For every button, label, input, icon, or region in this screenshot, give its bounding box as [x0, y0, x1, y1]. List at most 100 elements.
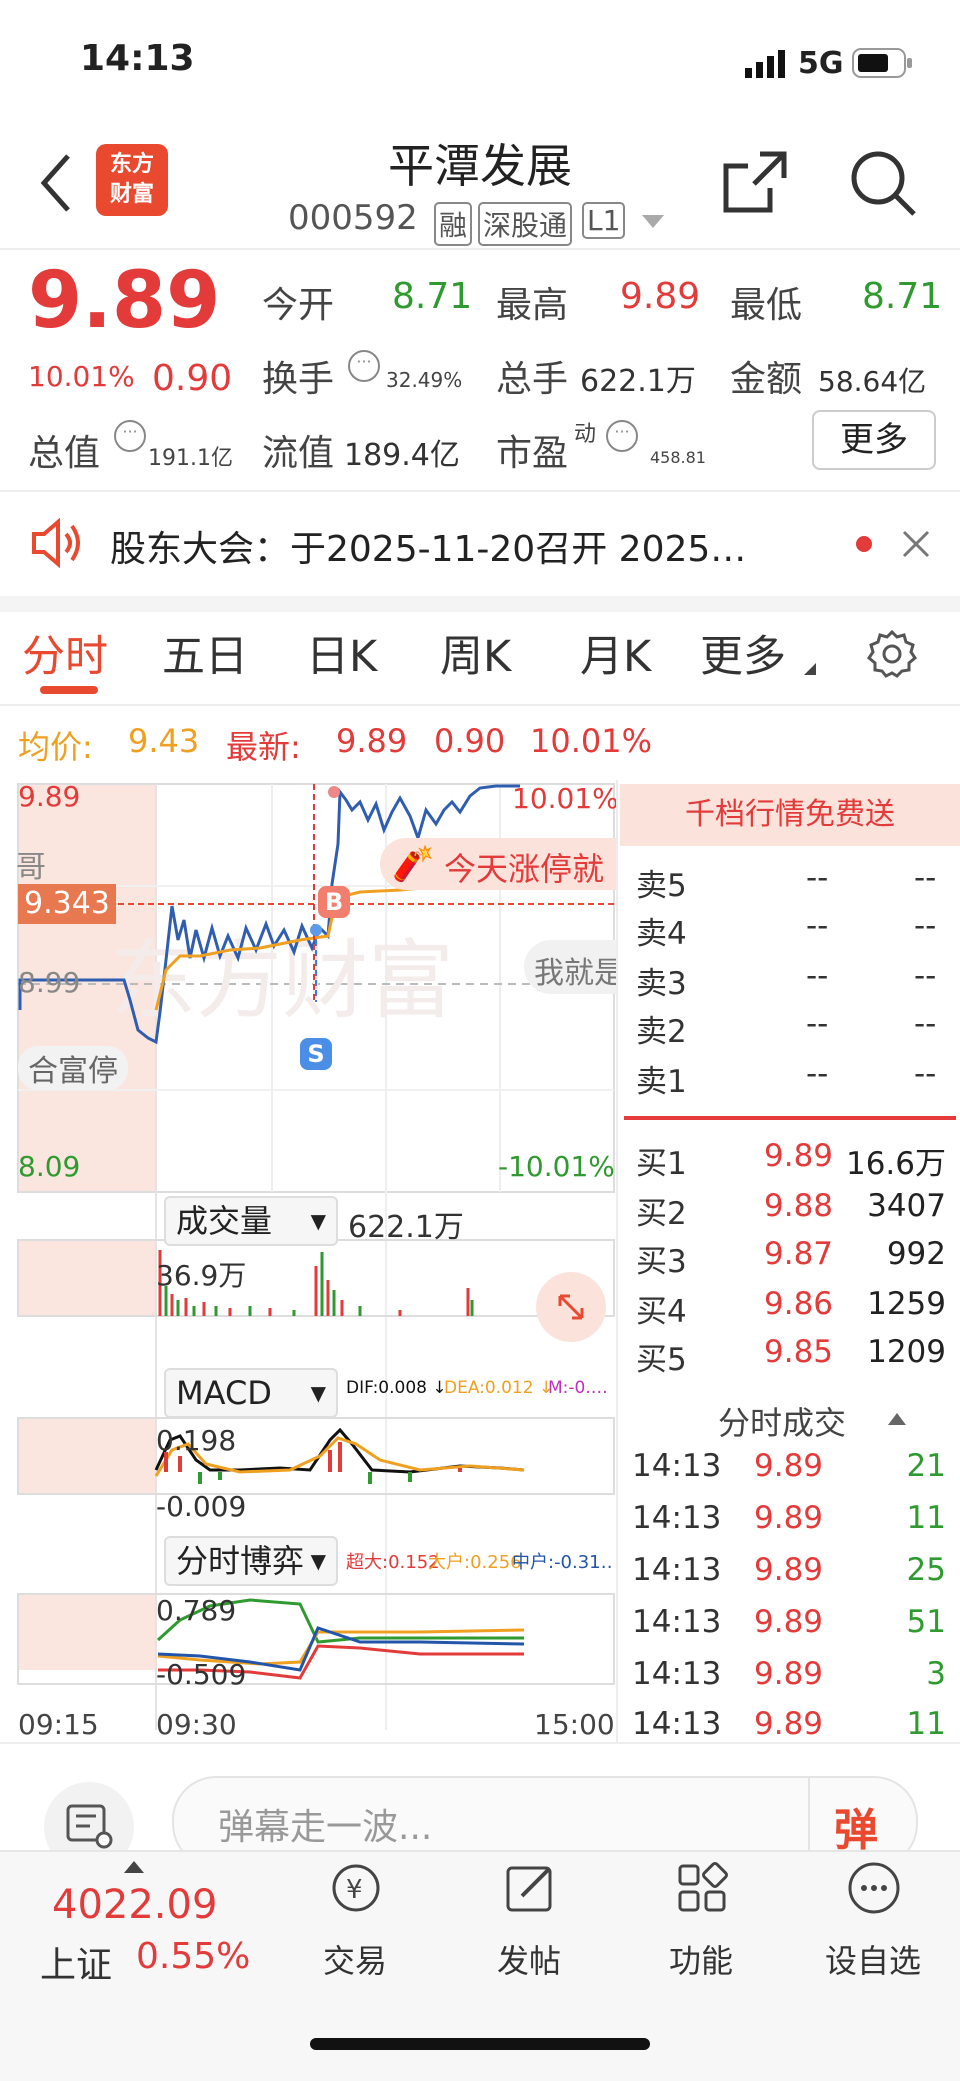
settings-gear-icon[interactable] — [866, 628, 918, 684]
expand-icon[interactable] — [536, 1272, 606, 1342]
nav-post-label: 发帖 — [496, 1942, 561, 1980]
float-value: 189.4亿 — [344, 438, 460, 473]
volume-value: 622.1万 — [580, 364, 696, 399]
app-logo[interactable]: 东方 财富 — [96, 144, 168, 216]
volume-max: 36.9万 — [156, 1259, 247, 1292]
tab-intraday[interactable]: 分时 — [22, 622, 108, 684]
intraday-chart[interactable]: 东方财富 — [0, 780, 620, 1740]
edit-icon — [506, 1866, 552, 1912]
notice-text[interactable]: 股东大会：于2025-11-20召开 2025… — [110, 520, 810, 572]
tag-level: L1 — [582, 202, 626, 239]
macd-indicator-label: MACD — [176, 1374, 272, 1412]
orderbook-promo[interactable]: 千档行情免费送 — [620, 784, 960, 846]
ask-row: 卖4 -- -- — [636, 908, 937, 952]
info-icon[interactable]: ··· — [114, 420, 146, 452]
x-label-1500: 15:00 — [534, 1708, 615, 1741]
macd-indicator-select[interactable]: MACD ▼ — [164, 1368, 338, 1418]
trade-row: 14:13 9.89 51 — [632, 1604, 946, 1640]
game-top: 0.789 — [156, 1594, 237, 1627]
nav-functions-label: 功能 — [668, 1942, 733, 1980]
macd-dif: DIF:0.008 ↓ — [346, 1378, 447, 1398]
nav-functions[interactable]: 功能 — [636, 1862, 766, 1982]
open-label: 今开 — [262, 285, 335, 326]
tab-more[interactable]: 更多 — [700, 622, 786, 684]
high-value: 9.89 — [620, 276, 701, 317]
left-note-2: 合富停 — [18, 1046, 128, 1090]
danmu-button-label: 弹 — [834, 1805, 878, 1856]
share-icon[interactable] — [720, 148, 790, 222]
back-button[interactable] — [36, 150, 76, 220]
hint-bubble[interactable]: 我就是 — [524, 940, 616, 994]
caret-up-icon — [124, 1858, 144, 1877]
avg-value: 9.43 — [128, 722, 200, 760]
latest-value: 9.89 — [336, 722, 408, 760]
latest-change: 0.90 — [434, 722, 506, 760]
close-icon[interactable] — [900, 528, 932, 564]
open-value: 8.71 — [392, 276, 473, 317]
nav-post[interactable]: 发帖 — [464, 1866, 594, 1982]
caret-down-icon: ▼ — [310, 1381, 326, 1405]
yen-exchange-icon: ¥ — [332, 1864, 380, 1912]
nav-trade[interactable]: ¥ 交易 — [290, 1864, 420, 1982]
tab-daily-k[interactable]: 日K — [306, 622, 377, 684]
caret-up-icon[interactable] — [888, 1410, 906, 1429]
trade-row: 14:13 9.89 21 — [632, 1448, 946, 1484]
stock-name: 平潭发展 — [388, 139, 572, 193]
volume-total: 622.1万 — [348, 1210, 464, 1245]
mktcap-label: 总值 — [28, 433, 101, 474]
game-large: 大户:0.256 — [428, 1552, 522, 1573]
nav-trade-label: 交易 — [322, 1942, 387, 1980]
home-indicator — [310, 2038, 650, 2050]
tab-five-day[interactable]: 五日 — [162, 622, 248, 684]
index-value[interactable]: 4022.09 — [52, 1882, 217, 1928]
volume-label: 总手 — [496, 359, 569, 400]
chevron-down-icon[interactable] — [642, 214, 664, 233]
ask-row: 卖3 -- -- — [636, 958, 937, 1002]
low-value: 8.71 — [862, 276, 943, 317]
nav-watchlist-label: 设自选 — [824, 1942, 921, 1980]
current-price: 9.89 — [28, 256, 221, 346]
chart-pct-top: 10.01% — [512, 782, 619, 815]
volume-indicator-select[interactable]: 成交量 ▼ — [164, 1196, 338, 1246]
ask-row: 卖1 -- -- — [636, 1056, 937, 1100]
x-label-0915: 09:15 — [18, 1708, 99, 1741]
dropdown-corner-icon — [804, 660, 816, 679]
bid-row: 买3 9.87 992 — [636, 1236, 946, 1280]
change-amount: 0.90 — [152, 358, 233, 399]
trades-title[interactable]: 分时成交 — [718, 1398, 846, 1444]
active-tab-indicator — [40, 686, 98, 694]
bid-row: 买1 9.89 16.6万 — [636, 1138, 946, 1182]
game-indicator-select[interactable]: 分时博弈 ▼ — [164, 1536, 338, 1586]
info-icon[interactable]: ··· — [348, 350, 380, 382]
sell-marker[interactable]: S — [300, 1038, 332, 1070]
unread-dot — [856, 536, 872, 552]
trade-row: 14:13 9.89 3 — [632, 1656, 946, 1692]
nav-watchlist[interactable]: 设自选 — [808, 1862, 938, 1982]
danmu-placeholder: 弹幕走一波... — [218, 1807, 433, 1848]
x-label-0930: 09:30 — [156, 1708, 237, 1741]
left-note-1: 哥 — [16, 850, 46, 885]
avg-label: 均价: — [18, 728, 93, 766]
tag-connect: 深股通 — [478, 202, 573, 246]
promo-banner[interactable]: 🧨 今天涨停就 — [380, 838, 616, 890]
low-label: 最低 — [730, 285, 803, 326]
chart-y-bottom: 8.09 — [18, 1150, 81, 1183]
pe-value: 458.81 — [650, 448, 706, 467]
macd-top: 0.198 — [156, 1424, 237, 1457]
info-icon[interactable]: ··· — [606, 420, 638, 452]
caret-down-icon: ▼ — [310, 1549, 326, 1573]
buy-marker[interactable]: B — [318, 886, 350, 918]
more-button[interactable]: 更多 — [812, 410, 936, 470]
index-pct: 0.55% — [136, 1936, 251, 1977]
game-super: 超大:0.152 — [346, 1552, 440, 1573]
tab-monthly-k[interactable]: 月K — [580, 622, 651, 684]
tab-weekly-k[interactable]: 周K — [440, 622, 511, 684]
status-time: 14:13 — [80, 38, 195, 79]
macd-m: M:-0.… — [548, 1378, 608, 1398]
search-icon[interactable] — [848, 148, 918, 222]
change-pct: 10.01% — [28, 360, 135, 393]
volume-indicator-label: 成交量 — [176, 1202, 273, 1240]
firecracker-icon: 🧨 — [392, 844, 435, 884]
chart-y-mid: 8.99 — [18, 966, 81, 999]
bid-row: 买5 9.85 1209 — [636, 1334, 946, 1378]
